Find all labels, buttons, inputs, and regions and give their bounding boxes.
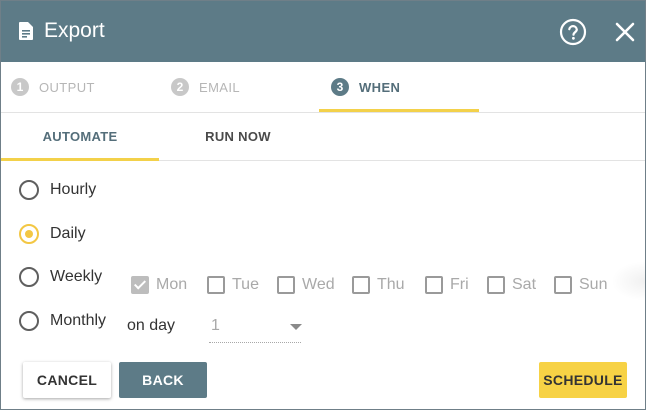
back-button[interactable]: BACK (119, 362, 207, 398)
tab-label: RUN NOW (205, 129, 271, 144)
step-number: 2 (171, 78, 189, 96)
checkbox[interactable] (352, 276, 370, 294)
checkbox[interactable] (425, 276, 443, 294)
radio-label: Monthly (50, 312, 107, 329)
weekday-label: Wed (302, 276, 335, 293)
radio-label: Hourly (50, 181, 97, 198)
step-number: 1 (11, 78, 29, 96)
step-label: OUTPUT (39, 80, 95, 95)
weekday-label: Tue (232, 276, 259, 293)
step-label: WHEN (359, 80, 401, 95)
active-step-indicator (319, 109, 479, 112)
step-label: EMAIL (199, 80, 241, 95)
wizard-steps: 1 OUTPUT 2 EMAIL 3 WHEN (1, 62, 645, 113)
checkbox[interactable] (487, 276, 505, 294)
close-icon[interactable] (613, 20, 637, 44)
checkbox[interactable] (131, 276, 149, 294)
checkbox[interactable] (277, 276, 295, 294)
weekday-label: Mon (156, 276, 188, 293)
radio-label: Weekly (50, 268, 103, 285)
checkbox[interactable] (554, 276, 572, 294)
chevron-down-icon (290, 324, 302, 330)
selected-day-value: 1 (211, 317, 220, 334)
day-of-month-select[interactable]: 1 (209, 312, 302, 343)
step-number: 3 (331, 78, 349, 96)
schedule-button[interactable]: SCHEDULE (539, 362, 627, 398)
radio-label: Daily (50, 225, 86, 242)
radio-button[interactable] (19, 311, 39, 331)
export-dialog: Export 1 OUTPUT 2 EMAIL 3 WHEN AUTOMATE (0, 0, 646, 410)
weekday-label: Sun (579, 276, 608, 293)
weekday-label: Sat (512, 276, 537, 293)
tab-label: AUTOMATE (42, 129, 118, 144)
document-icon (19, 22, 33, 40)
active-tab-indicator (1, 158, 159, 161)
cancel-button[interactable]: CANCEL (23, 362, 111, 398)
checkbox[interactable] (207, 276, 225, 294)
radio-button[interactable] (19, 267, 39, 287)
dialog-header: Export (1, 1, 645, 62)
tab-automate[interactable]: AUTOMATE (1, 113, 159, 161)
help-icon[interactable] (559, 18, 587, 46)
schedule-tabs: AUTOMATE RUN NOW (1, 113, 645, 161)
scroll-shadow (611, 261, 645, 301)
step-when[interactable]: 3 WHEN (319, 62, 479, 112)
dialog-title: Export (44, 19, 105, 42)
tab-run-now[interactable]: RUN NOW (159, 113, 317, 160)
radio-button[interactable] (19, 180, 39, 200)
weekday-label: Thu (377, 276, 405, 293)
on-day-label: on day (127, 317, 176, 334)
radio-button[interactable] (19, 224, 39, 244)
weekday-label: Fri (450, 276, 469, 293)
